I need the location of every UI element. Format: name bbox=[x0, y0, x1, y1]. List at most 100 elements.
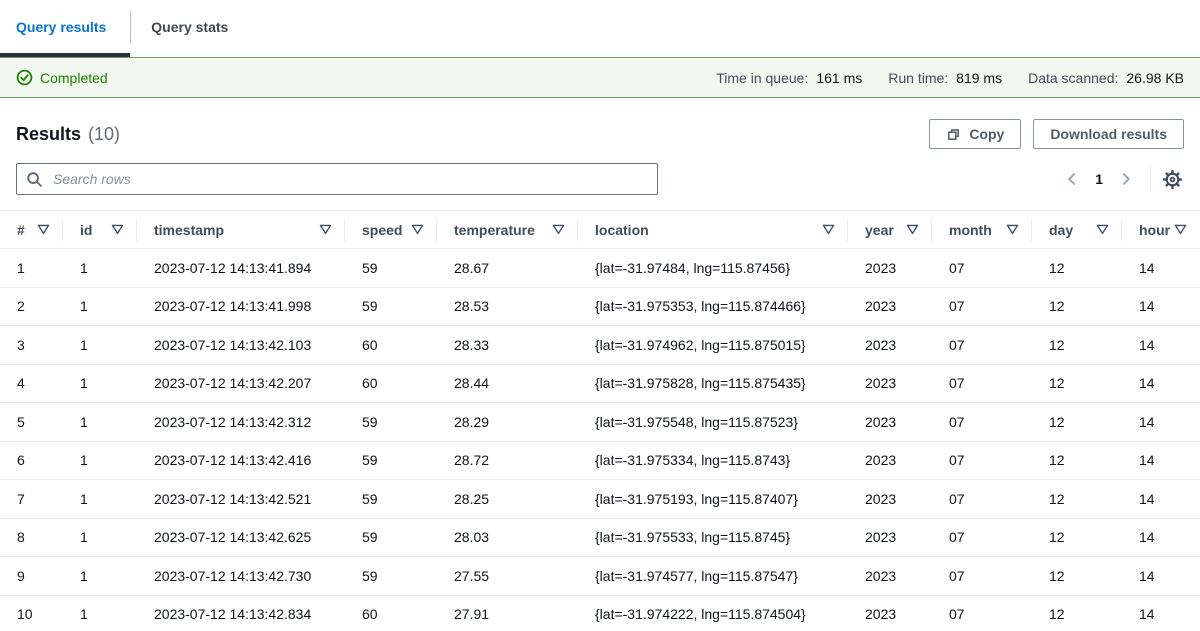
table-cell: 07 bbox=[932, 518, 1032, 557]
table-cell: 2023 bbox=[848, 249, 932, 288]
column-header[interactable]: day bbox=[1032, 211, 1122, 249]
table-cell: {lat=-31.975193, lng=115.87407} bbox=[578, 480, 848, 519]
stat-label: Time in queue: bbox=[716, 70, 808, 86]
column-header[interactable]: year bbox=[848, 211, 932, 249]
table-cell: 2023 bbox=[848, 557, 932, 596]
status-text: Completed bbox=[40, 70, 108, 86]
current-page[interactable]: 1 bbox=[1086, 171, 1112, 187]
table-row[interactable]: 312023-07-12 14:13:42.1036028.33{lat=-31… bbox=[0, 326, 1200, 365]
table-cell: 07 bbox=[932, 364, 1032, 403]
filter-icon[interactable] bbox=[1006, 224, 1019, 235]
previous-page-button[interactable] bbox=[1058, 171, 1086, 187]
table-cell: {lat=-31.974962, lng=115.875015} bbox=[578, 326, 848, 365]
table-cell: 2023 bbox=[848, 595, 932, 631]
table-cell: 1 bbox=[63, 249, 137, 288]
tab-query-results[interactable]: Query results bbox=[0, 0, 130, 57]
table-cell: 07 bbox=[932, 595, 1032, 631]
table-cell: 2023-07-12 14:13:42.521 bbox=[137, 480, 345, 519]
column-label: # bbox=[17, 222, 25, 238]
download-button-label: Download results bbox=[1050, 126, 1167, 142]
stat-label: Data scanned: bbox=[1028, 70, 1118, 86]
table-cell: 2023-07-12 14:13:42.416 bbox=[137, 441, 345, 480]
copy-button-label: Copy bbox=[969, 126, 1004, 142]
column-label: id bbox=[80, 222, 92, 238]
table-cell: 14 bbox=[1122, 557, 1200, 596]
table-row[interactable]: 812023-07-12 14:13:42.6255928.03{lat=-31… bbox=[0, 518, 1200, 557]
table-cell: 2023-07-12 14:13:42.312 bbox=[137, 403, 345, 442]
copy-button[interactable]: Copy bbox=[929, 119, 1021, 149]
table-cell: {lat=-31.974577, lng=115.87547} bbox=[578, 557, 848, 596]
filter-icon[interactable] bbox=[906, 224, 919, 235]
table-cell: 2023-07-12 14:13:42.730 bbox=[137, 557, 345, 596]
download-results-button[interactable]: Download results bbox=[1033, 119, 1184, 149]
filter-icon[interactable] bbox=[319, 224, 332, 235]
table-body: 112023-07-12 14:13:41.8945928.67{lat=-31… bbox=[0, 249, 1200, 631]
filter-icon[interactable] bbox=[37, 224, 50, 235]
table-cell: 07 bbox=[932, 441, 1032, 480]
filter-icon[interactable] bbox=[111, 224, 124, 235]
table-cell: 1 bbox=[63, 595, 137, 631]
table-cell: 14 bbox=[1122, 595, 1200, 631]
column-header[interactable]: hour bbox=[1122, 211, 1200, 249]
table-row[interactable]: 512023-07-12 14:13:42.3125928.29{lat=-31… bbox=[0, 403, 1200, 442]
table-cell: 28.72 bbox=[437, 441, 578, 480]
filter-icon[interactable] bbox=[552, 224, 565, 235]
table-cell: 12 bbox=[1032, 480, 1122, 519]
table-cell: 8 bbox=[0, 518, 63, 557]
table-cell: 1 bbox=[63, 326, 137, 365]
table-cell: 2023 bbox=[848, 518, 932, 557]
table-cell: 27.55 bbox=[437, 557, 578, 596]
table-cell: 59 bbox=[345, 480, 437, 519]
table-cell: 2023-07-12 14:13:41.998 bbox=[137, 287, 345, 326]
filter-icon[interactable] bbox=[822, 224, 835, 235]
table-cell: 12 bbox=[1032, 518, 1122, 557]
table-cell: 2023 bbox=[848, 403, 932, 442]
table-row[interactable]: 112023-07-12 14:13:41.8945928.67{lat=-31… bbox=[0, 249, 1200, 288]
column-header[interactable]: timestamp bbox=[137, 211, 345, 249]
search-input[interactable] bbox=[16, 163, 658, 195]
table-cell: 14 bbox=[1122, 364, 1200, 403]
table-cell: 59 bbox=[345, 287, 437, 326]
table-row[interactable]: 1012023-07-12 14:13:42.8346027.91{lat=-3… bbox=[0, 595, 1200, 631]
table-row[interactable]: 712023-07-12 14:13:42.5215928.25{lat=-31… bbox=[0, 480, 1200, 519]
column-label: year bbox=[865, 222, 894, 238]
table-row[interactable]: 912023-07-12 14:13:42.7305927.55{lat=-31… bbox=[0, 557, 1200, 596]
table-row[interactable]: 612023-07-12 14:13:42.4165928.72{lat=-31… bbox=[0, 441, 1200, 480]
table-cell: {lat=-31.975548, lng=115.87523} bbox=[578, 403, 848, 442]
table-cell: 6 bbox=[0, 441, 63, 480]
filter-icon[interactable] bbox=[1174, 224, 1187, 235]
table-cell: 12 bbox=[1032, 557, 1122, 596]
stat-value: 161 ms bbox=[816, 70, 862, 86]
table-row[interactable]: 212023-07-12 14:13:41.9985928.53{lat=-31… bbox=[0, 287, 1200, 326]
table-cell: 28.03 bbox=[437, 518, 578, 557]
column-header[interactable]: location bbox=[578, 211, 848, 249]
column-header[interactable]: month bbox=[932, 211, 1032, 249]
table-cell: 12 bbox=[1032, 595, 1122, 631]
status-badge: Completed bbox=[16, 69, 108, 86]
check-circle-icon bbox=[16, 69, 33, 86]
column-header[interactable]: speed bbox=[345, 211, 437, 249]
stat-value: 819 ms bbox=[956, 70, 1002, 86]
column-header[interactable]: id bbox=[63, 211, 137, 249]
tab-query-stats[interactable]: Query stats bbox=[131, 0, 248, 57]
table-cell: 2023 bbox=[848, 364, 932, 403]
table-cell: 1 bbox=[0, 249, 63, 288]
results-header: Results (10) Copy Download results bbox=[16, 119, 1184, 149]
filter-icon[interactable] bbox=[411, 224, 424, 235]
table-row[interactable]: 412023-07-12 14:13:42.2076028.44{lat=-31… bbox=[0, 364, 1200, 403]
tab-label: Query stats bbox=[151, 19, 228, 35]
table-cell: {lat=-31.975533, lng=115.8745} bbox=[578, 518, 848, 557]
table-cell: 12 bbox=[1032, 326, 1122, 365]
table-cell: 28.53 bbox=[437, 287, 578, 326]
table-cell: 12 bbox=[1032, 249, 1122, 288]
filter-icon[interactable] bbox=[1096, 224, 1109, 235]
table-cell: 2023 bbox=[848, 441, 932, 480]
table-cell: 1 bbox=[63, 518, 137, 557]
table-cell: 14 bbox=[1122, 480, 1200, 519]
column-header[interactable]: temperature bbox=[437, 211, 578, 249]
table-cell: 12 bbox=[1032, 441, 1122, 480]
table-cell: {lat=-31.974222, lng=115.874504} bbox=[578, 595, 848, 631]
preferences-button[interactable] bbox=[1161, 170, 1184, 189]
column-header[interactable]: # bbox=[0, 211, 63, 249]
next-page-button[interactable] bbox=[1112, 171, 1140, 187]
